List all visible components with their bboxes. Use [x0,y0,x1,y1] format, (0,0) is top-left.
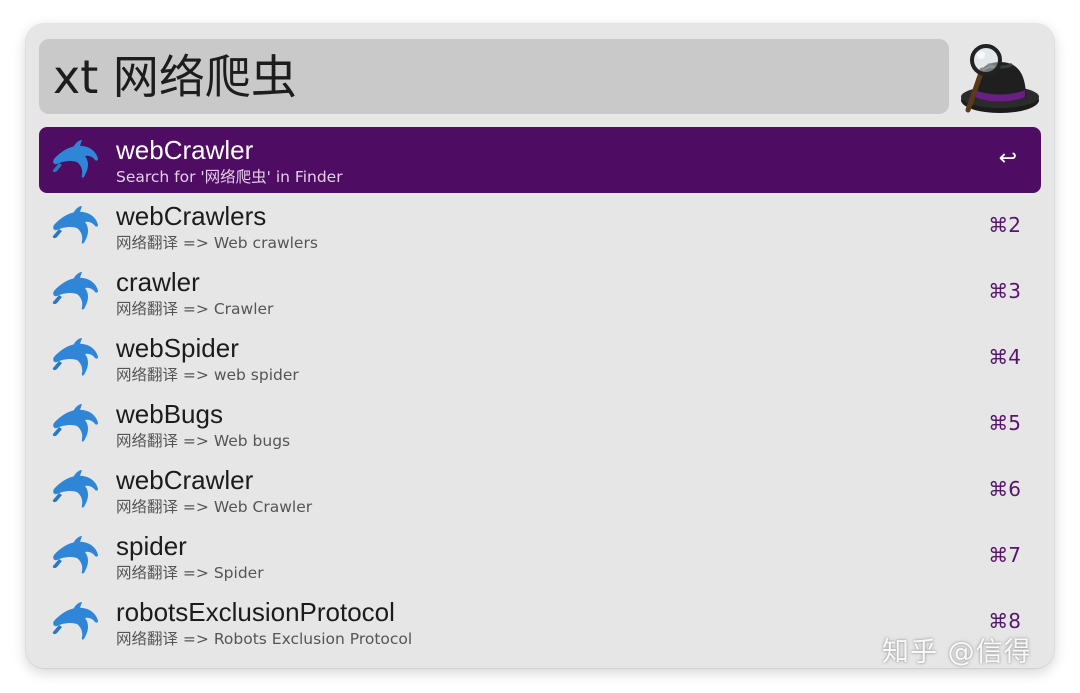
dolphin-icon [52,470,98,508]
search-input[interactable]: xt 网络爬虫 [39,39,949,114]
result-title: webCrawler [116,135,254,165]
watermark-text: 知乎 @信得 [882,637,1032,668]
result-row[interactable]: webSpider 网络翻译 => web spider ⌘4 [39,325,1041,391]
return-key-hint: ↩ [998,146,1017,171]
launcher-window: xt 网络爬虫 webCrawler Search for '网络爬虫' in … [26,24,1054,668]
dolphin-icon [52,536,98,574]
dolphin-icon [52,140,98,178]
shortcut-hint: ⌘4 [988,345,1021,369]
dolphin-icon [52,404,98,442]
dolphin-icon [52,272,98,310]
result-subtitle: 网络翻译 => Crawler [116,300,274,318]
result-title: webBugs [116,399,223,429]
result-title: crawler [116,267,200,297]
shortcut-hint: ⌘5 [988,411,1021,435]
result-title: webSpider [116,333,239,363]
result-subtitle: Search for '网络爬虫' in Finder [116,168,343,186]
result-subtitle: 网络翻译 => Web Crawler [116,498,313,516]
shortcut-hint: ⌘2 [988,213,1021,237]
search-query-text[interactable]: xt 网络爬虫 [53,54,297,100]
dolphin-icon [52,338,98,376]
result-subtitle: 网络翻译 => Robots Exclusion Protocol [116,630,413,648]
alfred-hat-icon[interactable] [958,40,1042,120]
result-row[interactable]: crawler 网络翻译 => Crawler ⌘3 [39,259,1041,325]
shortcut-hint: ⌘3 [988,279,1021,303]
result-row[interactable]: webCrawler Search for '网络爬虫' in Finder ↩ [39,127,1041,193]
result-title: robotsExclusionProtocol [116,597,395,627]
dolphin-icon [52,206,98,244]
result-subtitle: 网络翻译 => Web crawlers [116,234,318,252]
result-title: webCrawlers [116,201,267,231]
result-title: spider [116,531,187,561]
dolphin-icon [52,602,98,640]
result-title: webCrawler [116,465,254,495]
result-subtitle: 网络翻译 => web spider [116,366,299,384]
result-row[interactable]: webCrawler 网络翻译 => Web Crawler ⌘6 [39,457,1041,523]
result-subtitle: 网络翻译 => Web bugs [116,432,291,450]
result-row[interactable]: spider 网络翻译 => Spider ⌘7 [39,523,1041,589]
result-subtitle: 网络翻译 => Spider [116,564,264,582]
shortcut-hint: ⌘6 [988,477,1021,501]
shortcut-hint: ⌘7 [988,543,1021,567]
results-list: webCrawler Search for '网络爬虫' in Finder ↩… [39,127,1041,655]
result-row[interactable]: webBugs 网络翻译 => Web bugs ⌘5 [39,391,1041,457]
result-row[interactable]: webCrawlers 网络翻译 => Web crawlers ⌘2 [39,193,1041,259]
